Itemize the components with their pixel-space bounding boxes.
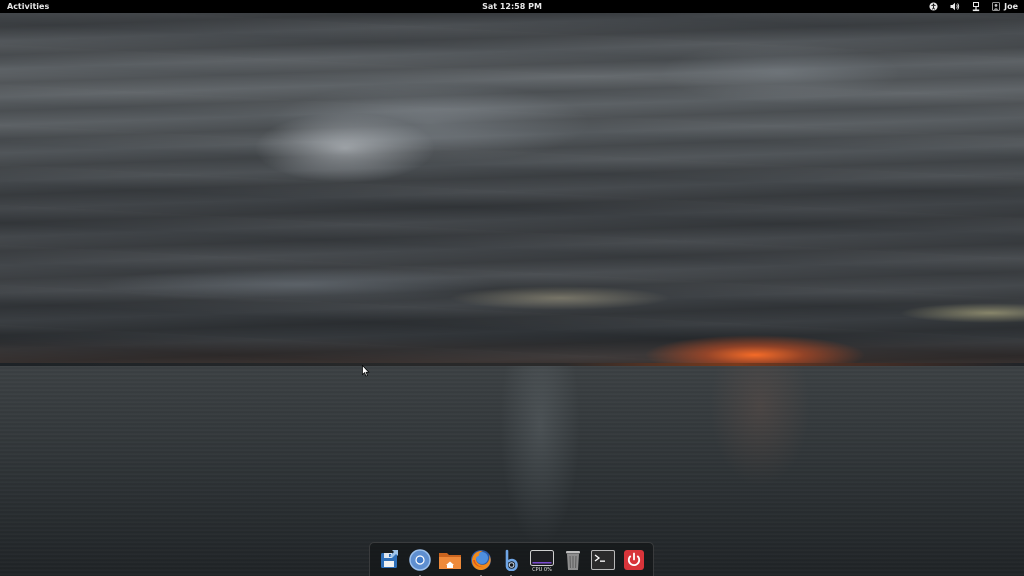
cpu-usage-label: CPU 0% [532,566,552,573]
network-icon[interactable] [972,1,980,12]
user-name: Joe [1004,2,1018,11]
firefox-icon [469,548,493,572]
blue-b-icon [500,549,522,571]
dock-item-b-app[interactable] [498,547,524,576]
dock-item-system-monitor[interactable]: CPU 0% [529,547,555,573]
trash-icon [563,549,583,571]
accessibility-icon[interactable] [929,2,938,11]
chromium-icon [409,548,431,571]
home-folder-icon [438,549,462,571]
dock-item-shutdown[interactable] [621,547,647,573]
volume-icon[interactable] [950,2,960,11]
dock-item-files[interactable] [437,547,463,573]
floppy-save-icon [378,549,400,571]
system-tray: Joe [929,0,1018,13]
user-menu[interactable]: Joe [992,2,1018,11]
wallpaper [0,13,1024,576]
dock-item-firefox[interactable] [468,547,494,576]
dock-item-save-manager[interactable] [376,547,402,573]
desktop: Activities Sat 12:58 PM Joe CPU 0% [0,0,1024,576]
dock-item-trash[interactable] [560,547,586,573]
clock[interactable]: Sat 12:58 PM [0,1,1024,12]
mouse-cursor-icon [362,362,370,377]
dock-item-chromium[interactable] [407,547,433,576]
power-icon [623,549,645,571]
dock-item-terminal[interactable] [590,547,616,573]
terminal-icon [591,549,616,570]
dock: CPU 0% [369,542,654,576]
top-bar: Activities Sat 12:58 PM Joe [0,0,1024,13]
user-icon [992,2,1000,11]
wallpaper-sky [0,13,1024,365]
